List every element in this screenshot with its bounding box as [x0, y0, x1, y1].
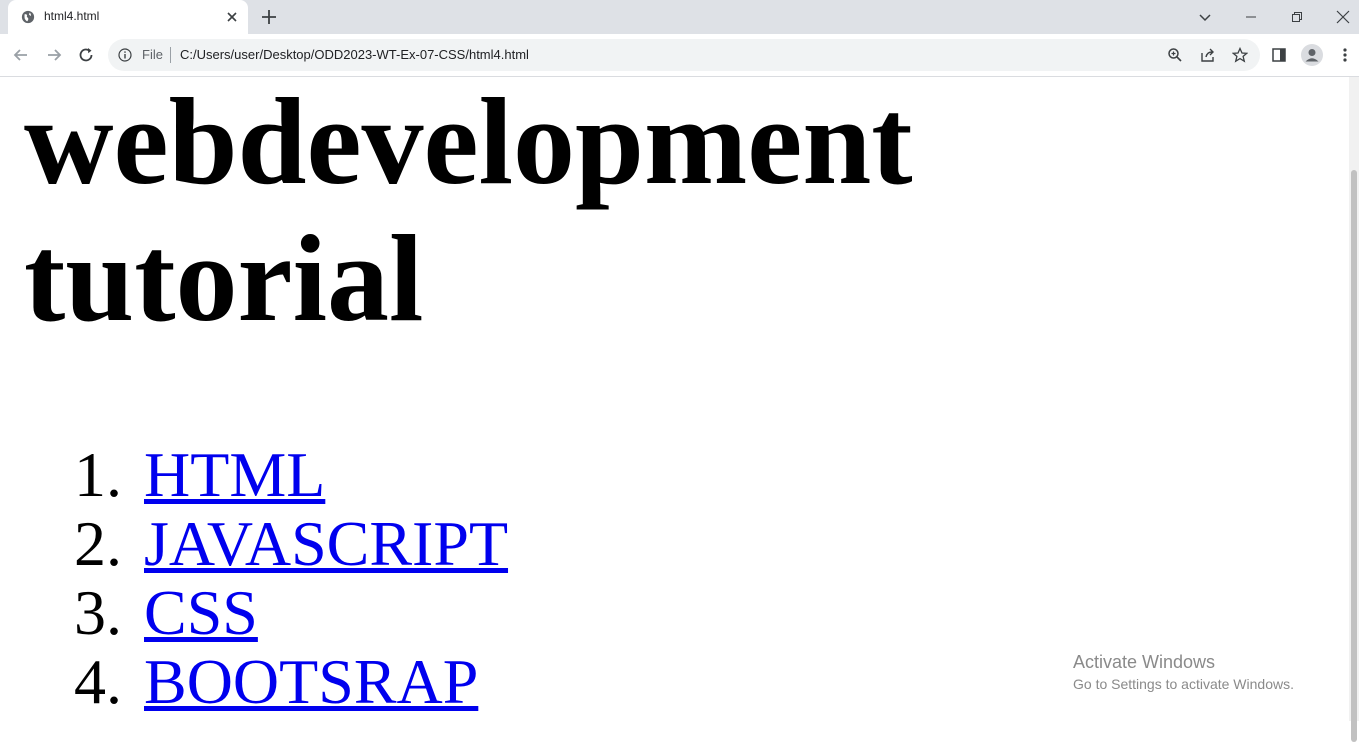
chevron-down-icon	[1199, 14, 1211, 22]
link-javascript[interactable]: JAVASCRIPT	[144, 508, 508, 579]
arrow-left-icon	[13, 49, 27, 61]
list-number: 4.	[74, 646, 122, 717]
forward-button[interactable]	[42, 43, 66, 67]
browser-toolbar: File C:/Users/user/Desktop/ODD2023-WT-Ex…	[0, 34, 1359, 77]
topic-list: 1. HTML 2. JAVASCRIPT 3. CSS 4. BOOTSRAP	[74, 440, 508, 716]
restore-icon	[1292, 12, 1302, 22]
bookmark-button[interactable]	[1230, 45, 1250, 65]
avatar-icon	[1301, 44, 1323, 66]
scrollbar-thumb[interactable]	[1351, 170, 1357, 742]
url-text[interactable]: C:/Users/user/Desktop/ODD2023-WT-Ex-07-C…	[180, 47, 529, 62]
globe-icon	[21, 10, 35, 24]
tab-title: html4.html	[44, 9, 100, 23]
tab-html4[interactable]: html4.html	[8, 0, 248, 34]
page-viewport: webdevelopment tutorial 1. HTML 2. JAVASCR…	[0, 77, 1349, 721]
watermark-subtitle: Go to Settings to activate Windows.	[1073, 676, 1294, 692]
zoom-button[interactable]	[1165, 45, 1185, 65]
tab-strip: html4.html	[0, 0, 1359, 34]
info-icon[interactable]	[118, 48, 132, 62]
scheme-label: File	[142, 47, 163, 62]
side-panel-icon	[1272, 48, 1286, 62]
reload-button[interactable]	[74, 43, 98, 67]
share-button[interactable]	[1198, 45, 1218, 65]
list-item: 2. JAVASCRIPT	[74, 509, 508, 578]
kebab-menu-icon	[1343, 48, 1347, 62]
new-tab-button[interactable]	[259, 7, 279, 27]
activate-windows-watermark: Activate Windows Go to Settings to activ…	[1073, 651, 1294, 695]
list-item: 1. HTML	[74, 440, 508, 509]
close-tab-icon[interactable]	[224, 9, 240, 25]
list-item: 4. BOOTSRAP	[74, 647, 508, 716]
minimize-button[interactable]	[1228, 0, 1274, 34]
reload-icon	[79, 48, 93, 62]
share-icon	[1201, 48, 1214, 62]
minimize-icon	[1246, 16, 1256, 18]
page-heading: webdevelopment tutorial	[24, 77, 913, 347]
list-number: 3.	[74, 577, 122, 648]
link-bootsrap[interactable]: BOOTSRAP	[144, 646, 478, 717]
menu-button[interactable]	[1333, 43, 1357, 67]
side-panel-button[interactable]	[1267, 43, 1291, 67]
vertical-scrollbar[interactable]	[1349, 77, 1359, 742]
zoom-icon	[1168, 48, 1182, 62]
star-icon	[1232, 47, 1248, 63]
tab-search-button[interactable]	[1182, 0, 1228, 34]
close-icon	[1336, 10, 1350, 24]
watermark-title: Activate Windows	[1073, 652, 1216, 672]
list-number: 1.	[74, 439, 122, 510]
close-window-button[interactable]	[1320, 0, 1359, 34]
arrow-right-icon	[48, 49, 62, 61]
list-item: 3. CSS	[74, 578, 508, 647]
address-bar[interactable]: File C:/Users/user/Desktop/ODD2023-WT-Ex…	[108, 39, 1260, 71]
link-css[interactable]: CSS	[144, 577, 258, 648]
link-html[interactable]: HTML	[144, 439, 325, 510]
back-button[interactable]	[9, 43, 33, 67]
restore-button[interactable]	[1274, 0, 1320, 34]
omnibox-divider	[170, 47, 171, 63]
list-number: 2.	[74, 508, 122, 579]
profile-button[interactable]	[1300, 43, 1324, 67]
